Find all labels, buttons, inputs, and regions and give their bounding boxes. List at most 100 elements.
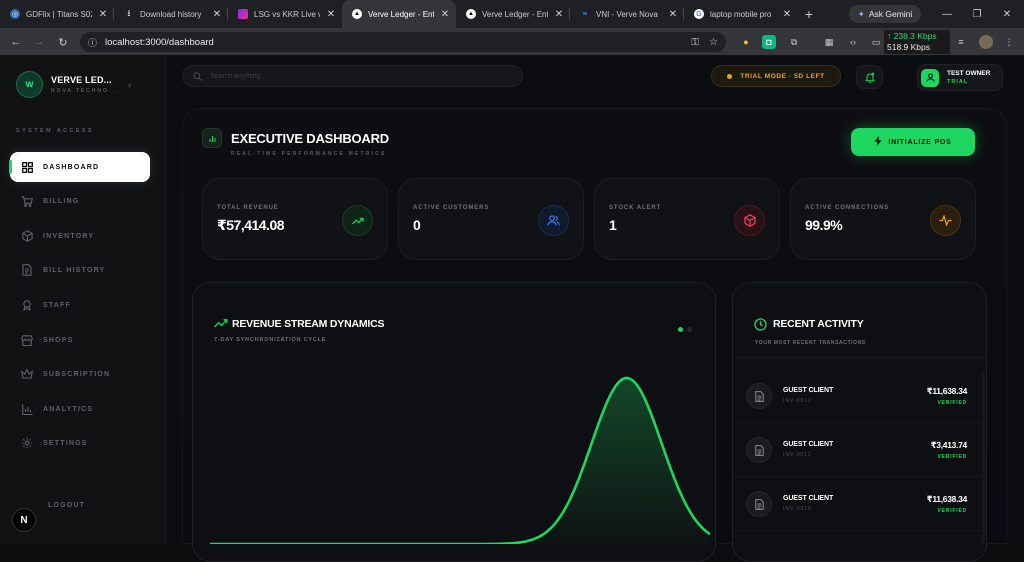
extension-icon[interactable]: ◘: [762, 35, 776, 49]
brand-name: VERVE LED...: [51, 75, 112, 85]
new-tab-button[interactable]: +: [798, 6, 820, 22]
site-info-icon[interactable]: ⓘ: [88, 36, 97, 49]
google-icon: G: [694, 9, 704, 19]
back-icon[interactable]: ←: [8, 34, 24, 50]
browser-tab[interactable]: LSG vs KKR Live vo ✕: [228, 0, 342, 28]
sidebar-item-dashboard[interactable]: DASHBOARD: [9, 152, 150, 182]
sidebar-item-analytics[interactable]: ANALYTICS: [10, 394, 150, 424]
store-icon: [21, 334, 33, 346]
page-title: EXECUTIVE DASHBOARD: [231, 131, 389, 146]
box-icon: [21, 230, 33, 242]
reload-icon[interactable]: ↻: [55, 34, 71, 50]
invoice-number: INV-0010: [783, 506, 812, 512]
browser-tab[interactable]: ▲ Verve Ledger - Ent ✕: [456, 0, 570, 28]
pager-dot-active[interactable]: [678, 327, 683, 332]
trial-mode-badge[interactable]: TRIAL MODE · 5D LEFT: [711, 65, 841, 87]
chart-pager[interactable]: [678, 327, 692, 332]
user-menu[interactable]: TEST OWNER TRIAL: [917, 64, 1003, 91]
badge-icon: [21, 299, 33, 311]
url-text: localhost:3000/dashboard: [105, 36, 214, 48]
sidebar-item-shops[interactable]: SHOPS: [10, 325, 150, 355]
browser-tab-active[interactable]: ▲ Verve Ledger - Ent ✕: [342, 0, 456, 28]
tab-close-icon[interactable]: ✕: [782, 9, 792, 20]
status-badge: VERIFIED: [937, 400, 967, 406]
sidebar-item-subscription[interactable]: SUBSCRIPTION: [10, 359, 150, 389]
menu-dots-icon[interactable]: ⋮: [1002, 35, 1016, 49]
transaction-amount: ₹11,638.34: [926, 494, 968, 504]
initialize-pos-button[interactable]: INITIALIZE POS: [851, 128, 975, 156]
document-icon: [21, 264, 33, 276]
user-name: TEST OWNER: [947, 70, 991, 77]
activity-scrollbar[interactable]: [982, 370, 985, 544]
key-icon[interactable]: ⚿: [691, 37, 699, 48]
profile-avatar[interactable]: [979, 35, 993, 49]
media-icon[interactable]: ≡: [954, 35, 968, 49]
sidebar-item-staff[interactable]: STAFF: [10, 290, 150, 320]
revenue-area-chart: [210, 376, 710, 544]
qr-icon[interactable]: ▦: [822, 35, 836, 49]
tab-close-icon[interactable]: ✕: [326, 9, 336, 20]
activity-row[interactable]: GUEST CLIENT INV-0010 ₹11,638.34 VERIFIE…: [733, 477, 981, 531]
status-badge: VERIFIED: [937, 508, 967, 514]
browser-tab[interactable]: ⭳ Download history ✕: [114, 0, 228, 28]
tab-close-icon[interactable]: ✕: [440, 9, 450, 20]
tab-close-icon[interactable]: ✕: [668, 9, 678, 20]
devtools-icon[interactable]: ‹›: [846, 35, 860, 49]
tab-close-icon[interactable]: ✕: [98, 9, 108, 20]
nextjs-badge[interactable]: N: [12, 508, 36, 532]
tab-title: GDFlix | Titans S02: [26, 9, 92, 19]
stat-card-total-revenue: TOTAL REVENUE ₹57,414.08: [202, 178, 388, 260]
tab-close-icon[interactable]: ✕: [212, 9, 222, 20]
tab-close-icon[interactable]: ✕: [554, 9, 564, 20]
tab-title: VNI - Verve Nova: [596, 9, 658, 19]
transaction-amount: ₹3,413.74: [930, 440, 968, 450]
notifications-button[interactable]: [856, 65, 883, 89]
address-bar[interactable]: ⓘ localhost:3000/dashboard ⚿ ☆: [80, 32, 726, 52]
stat-card-stock-alert: STOCK ALERT 1: [594, 178, 780, 260]
pager-dot[interactable]: [687, 327, 692, 332]
sidebar-item-label: SUBSCRIPTION: [43, 370, 111, 378]
browser-tab[interactable]: G laptop mobile pro ✕: [684, 0, 798, 28]
activity-row[interactable]: GUEST CLIENT INV-0012 ₹11,638.34 VERIFIE…: [733, 369, 981, 423]
restore-button[interactable]: ❐: [960, 0, 994, 28]
vercel-triangle-icon: ▲: [352, 9, 362, 19]
forward-icon[interactable]: →: [31, 34, 47, 50]
close-window-button[interactable]: ✕: [990, 0, 1024, 28]
collapse-sidebar-icon[interactable]: ‹: [128, 80, 131, 91]
browser-toolbar: ← → ↻ ⓘ localhost:3000/dashboard ⚿ ☆ ● ◘…: [0, 28, 1024, 56]
minimize-button[interactable]: —: [930, 0, 964, 28]
sidebar-item-inventory[interactable]: INVENTORY: [10, 221, 150, 251]
device-icon[interactable]: ▭: [869, 35, 883, 49]
tab-title: Verve Ledger - Ent: [368, 9, 434, 19]
brand[interactable]: w VERVE LED... NOVA TECHNO...: [16, 71, 119, 98]
user-avatar-icon: [921, 68, 939, 87]
stat-card-active-customers: ACTIVE CUSTOMERS 0: [398, 178, 584, 260]
client-name: GUEST CLIENT: [783, 495, 834, 502]
sidebar-item-label: STAFF: [43, 301, 72, 309]
sidebar-item-bill-history[interactable]: BILL HISTORY: [10, 255, 150, 285]
vercel-triangle-icon: ▲: [466, 9, 476, 19]
extensions-puzzle-icon[interactable]: ⧉: [787, 35, 801, 49]
stat-value: ₹57,414.08: [217, 217, 285, 233]
ask-gemini-button[interactable]: ✦ Ask Gemini: [849, 5, 921, 23]
bookmark-star-icon[interactable]: ☆: [709, 37, 718, 48]
search-bar[interactable]: [182, 65, 523, 87]
transaction-amount: ₹11,638.34: [926, 386, 968, 396]
browser-tab[interactable]: ʷ VNI - Verve Nova ✕: [570, 0, 684, 28]
extension-icon[interactable]: ●: [739, 35, 753, 49]
cart-icon: [21, 195, 33, 207]
trend-up-icon: [214, 319, 228, 328]
browser-tab[interactable]: ◎ GDFlix | Titans S02 ✕: [0, 0, 114, 28]
sidebar: w VERVE LED... NOVA TECHNO... ‹ SYSTEM A…: [0, 56, 166, 544]
logout-button[interactable]: LOGOUT: [26, 502, 85, 509]
activity-row[interactable]: GUEST CLIENT INV-0011 ₹3,413.74 VERIFIED: [733, 423, 981, 477]
sidebar-item-billing[interactable]: BILLING: [10, 186, 150, 216]
recent-activity-title: RECENT ACTIVITY: [773, 318, 864, 330]
search-input[interactable]: [210, 72, 490, 80]
sidebar-item-settings[interactable]: SETTINGS: [10, 428, 150, 458]
sidebar-item-label: ANALYTICS: [43, 405, 94, 413]
stat-value: 1: [609, 217, 617, 233]
chart-title: REVENUE STREAM DYNAMICS: [232, 318, 385, 330]
recent-activity-subtitle: YOUR MOST RECENT TRANSACTIONS: [755, 340, 866, 346]
client-name: GUEST CLIENT: [783, 441, 834, 448]
